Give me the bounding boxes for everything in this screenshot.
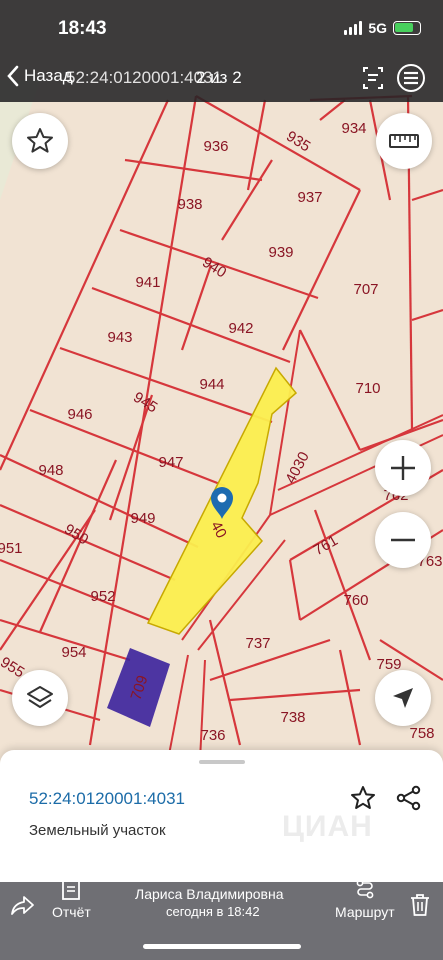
bottom-bar: Отчёт Лариса Владимировна сегодня в 18:4… bbox=[0, 879, 443, 960]
my-location-button[interactable] bbox=[375, 670, 431, 726]
sheet-grabber[interactable] bbox=[199, 760, 245, 764]
signal-icon bbox=[344, 21, 363, 35]
watermark: ЦИАН bbox=[282, 810, 373, 843]
layers-icon bbox=[27, 686, 53, 708]
parcel-label: 934 bbox=[341, 120, 366, 137]
status-time: 18:43 bbox=[58, 18, 107, 39]
ruler-icon bbox=[389, 134, 419, 148]
sender-name: Лариса Владимировна bbox=[135, 886, 284, 902]
parcel-label: 760 bbox=[343, 592, 368, 609]
parcel-label: 949 bbox=[130, 510, 155, 527]
parcel-label: 952 bbox=[90, 588, 115, 605]
trash-icon[interactable] bbox=[408, 892, 432, 918]
route-label: Маршрут bbox=[335, 904, 395, 920]
parcel-label: 4030 bbox=[282, 449, 313, 486]
top-bar: 18:43 5G Назад 52:24:0120001:4031 2 из 2 bbox=[0, 0, 443, 102]
parcel-label: 946 bbox=[67, 406, 92, 423]
parcel-label: 937 bbox=[297, 189, 322, 206]
parcel-type: Земельный участок bbox=[29, 822, 166, 839]
layers-button[interactable] bbox=[12, 670, 68, 726]
parcel-label: 738 bbox=[280, 709, 305, 726]
route-tab[interactable]: Маршрут bbox=[335, 879, 395, 920]
back-button[interactable]: Назад bbox=[6, 65, 73, 87]
parcel-label: 954 bbox=[61, 644, 86, 661]
nav-actions bbox=[361, 64, 427, 92]
location-arrow-icon bbox=[393, 688, 413, 708]
parcel-label: 944 bbox=[199, 376, 224, 393]
parcel-label: 947 bbox=[158, 454, 183, 471]
report-label: Отчёт bbox=[52, 904, 91, 920]
parcel-label: 942 bbox=[228, 320, 253, 337]
sheet-actions bbox=[349, 784, 423, 812]
star-icon bbox=[27, 128, 53, 153]
status-indicators: 5G bbox=[344, 20, 421, 36]
parcel-label: 951 bbox=[0, 540, 23, 557]
parcel-labels: 936 935 934937938939940941 7079429437109449… bbox=[0, 120, 443, 744]
clipboard-icon bbox=[62, 880, 81, 900]
parcel-label: 939 bbox=[268, 244, 293, 261]
share-icon[interactable] bbox=[395, 784, 423, 812]
message-time: сегодня в 18:42 bbox=[166, 904, 260, 919]
zoom-in-button[interactable] bbox=[375, 440, 431, 496]
plus-icon bbox=[391, 456, 415, 480]
forward-icon[interactable] bbox=[10, 894, 36, 916]
parcel-info-sheet[interactable]: ЦИАН 52:24:0120001:4031 Земельный участо… bbox=[0, 750, 443, 882]
parcel-label: 936 bbox=[203, 138, 228, 155]
network-type: 5G bbox=[368, 20, 387, 36]
parcel-label: 710 bbox=[355, 380, 380, 397]
report-tab[interactable]: Отчёт bbox=[52, 880, 91, 920]
page-counter: 2 из 2 bbox=[196, 68, 242, 87]
zoom-out-button[interactable] bbox=[375, 512, 431, 568]
battery-icon bbox=[393, 21, 421, 35]
parcel-label: 935 bbox=[283, 128, 313, 156]
menu-icon[interactable] bbox=[395, 64, 427, 92]
parcel-label: 941 bbox=[135, 274, 160, 291]
chevron-left-icon bbox=[7, 65, 19, 87]
route-icon bbox=[356, 879, 374, 899]
parcel-label: 948 bbox=[38, 462, 63, 479]
scan-icon[interactable] bbox=[361, 64, 385, 92]
navigation-bar: Назад 52:24:0120001:4031 2 из 2 bbox=[0, 62, 443, 96]
cadastral-number[interactable]: 52:24:0120001:4031 bbox=[29, 789, 185, 809]
home-indicator bbox=[143, 944, 301, 949]
parcel-label: 945 bbox=[130, 389, 160, 417]
star-icon[interactable] bbox=[349, 784, 377, 812]
parcel-label: 938 bbox=[177, 196, 202, 213]
parcel-label: 736 bbox=[200, 727, 225, 744]
parcel-label: 761 bbox=[311, 532, 341, 559]
parcel-label: 943 bbox=[107, 329, 132, 346]
ruler-button[interactable] bbox=[376, 113, 432, 169]
parcel-label: 707 bbox=[353, 281, 378, 298]
favorite-button[interactable] bbox=[12, 113, 68, 169]
parcel-label: 758 bbox=[409, 725, 434, 742]
minus-icon bbox=[391, 538, 415, 542]
parcel-label: 737 bbox=[245, 635, 270, 652]
